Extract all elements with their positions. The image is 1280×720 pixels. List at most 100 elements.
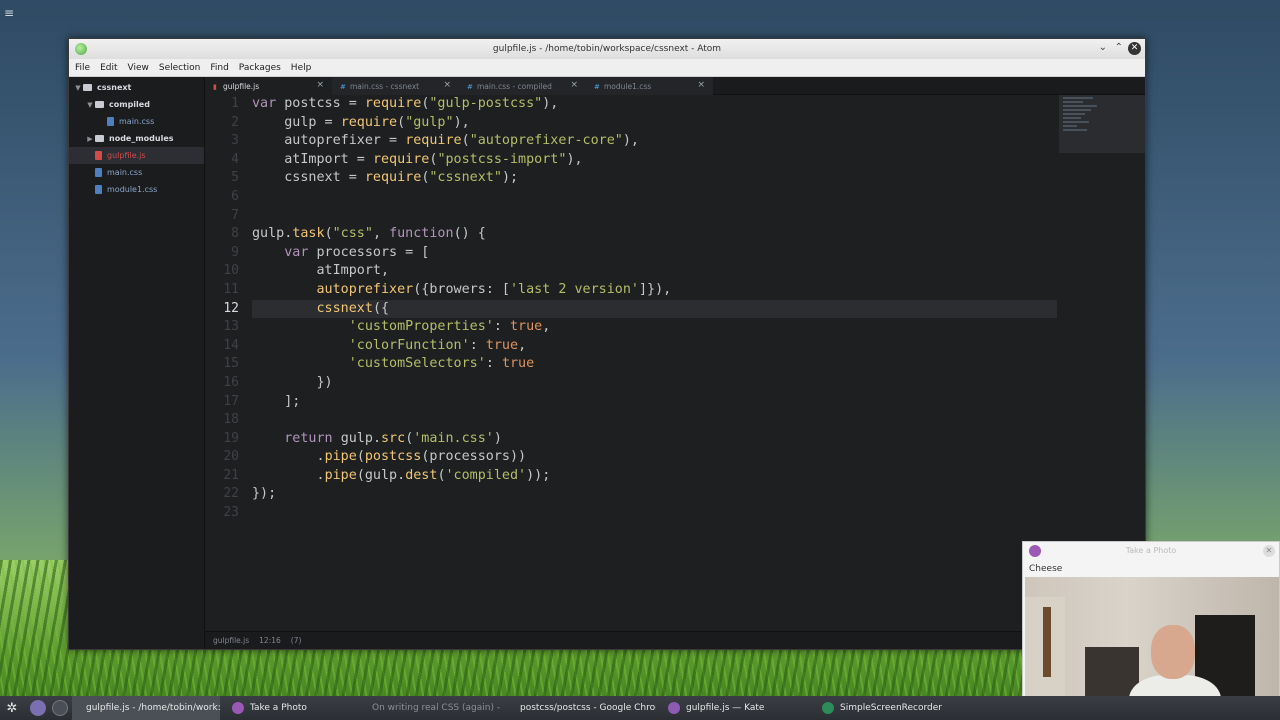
code-line[interactable]: autoprefixer({browers: ['last 2 version'… xyxy=(252,281,1057,300)
taskbar-task[interactable]: gulpfile.js - /home/tobin/work: xyxy=(72,696,220,720)
code-line[interactable]: var postcss = require("gulp-postcss"), xyxy=(252,95,1057,114)
photo-window: Take a Photo ✕ Cheese xyxy=(1022,541,1280,720)
maximize-icon[interactable]: ⌃ xyxy=(1115,42,1123,53)
code-lines[interactable]: var postcss = require("gulp-postcss"), g… xyxy=(252,95,1057,523)
tree-item-module1-css[interactable]: module1.css xyxy=(69,181,204,198)
code-line[interactable]: var processors = [ xyxy=(252,244,1057,263)
code-line[interactable] xyxy=(252,411,1057,430)
taskbar-task-label: gulpfile.js — Kate xyxy=(686,703,765,713)
code-line[interactable]: return gulp.src('main.css') xyxy=(252,430,1057,449)
tree-item-node-modules[interactable]: ▶ node_modules xyxy=(69,130,204,147)
code-line[interactable]: }) xyxy=(252,374,1057,393)
menu-view[interactable]: View xyxy=(128,63,149,73)
code-line[interactable] xyxy=(252,504,1057,523)
code-line[interactable]: .pipe(gulp.dest('compiled')); xyxy=(252,467,1057,486)
desktop-menu-icon[interactable]: ≡ xyxy=(4,6,14,20)
line-number-gutter: 1 2 3 4 5 6 7 8 9 10 11 12 13 14 15 16 17 18 19 20 21 22 23 xyxy=(205,95,249,523)
code-line[interactable]: cssnext = require("cssnext"); xyxy=(252,169,1057,188)
code-editor[interactable]: 1 2 3 4 5 6 7 8 9 10 11 12 13 14 15 16 17 18 19 20 21 22 23 va… xyxy=(205,95,1145,631)
tab-main-css-cssnext[interactable]: # main.css - cssnext × xyxy=(332,77,459,95)
line-number: 5 xyxy=(231,170,239,186)
code-line[interactable]: 'colorFunction': true, xyxy=(252,337,1057,356)
close-icon[interactable]: × xyxy=(697,80,705,90)
line-number: 22 xyxy=(223,486,239,502)
minimize-icon[interactable]: ⌄ xyxy=(1099,42,1107,53)
file-icon xyxy=(107,117,114,126)
file-type-icon: # xyxy=(467,83,473,91)
tree-item-main-css[interactable]: main.css xyxy=(69,164,204,181)
taskbar-task[interactable]: Take a Photo xyxy=(224,696,354,720)
code-line[interactable]: 'customProperties': true, xyxy=(252,318,1057,337)
taskbar-task[interactable]: postcss/postcss - Google Chrom xyxy=(506,696,656,720)
tree-item-label: gulpfile.js xyxy=(107,151,146,160)
line-number: 23 xyxy=(223,505,239,521)
code-line[interactable] xyxy=(252,188,1057,207)
tree-item-main-css[interactable]: main.css xyxy=(69,113,204,130)
close-icon[interactable]: × xyxy=(316,80,324,90)
menu-packages[interactable]: Packages xyxy=(239,63,281,73)
file-type-icon: ▮ xyxy=(213,83,217,91)
menu-find[interactable]: Find xyxy=(210,63,228,73)
code-line[interactable] xyxy=(252,207,1057,226)
code-line[interactable]: 'customSelectors': true xyxy=(252,355,1057,374)
code-line[interactable]: atImport = require("postcss-import"), xyxy=(252,151,1057,170)
menu-edit[interactable]: Edit xyxy=(100,63,117,73)
chevron-down-icon[interactable]: ▼ xyxy=(73,84,83,92)
tree-item-compiled[interactable]: ▼ compiled xyxy=(69,96,204,113)
code-line[interactable]: cssnext({ xyxy=(252,299,1057,319)
window-titlebar[interactable]: gulpfile.js - /home/tobin/workspace/cssn… xyxy=(69,39,1145,59)
file-type-icon: # xyxy=(594,83,600,91)
chevron-right-icon[interactable]: ▶ xyxy=(85,135,95,143)
taskbar-task-label: gulpfile.js - /home/tobin/work: xyxy=(86,703,220,713)
code-line[interactable]: gulp.task("css", function() { xyxy=(252,225,1057,244)
line-number: 15 xyxy=(223,356,239,372)
code-line[interactable]: autoprefixer = require("autoprefixer-cor… xyxy=(252,132,1057,151)
menu-file[interactable]: File xyxy=(75,63,90,73)
line-number: 14 xyxy=(223,337,239,353)
code-line[interactable]: atImport, xyxy=(252,262,1057,281)
tab-main-css-compiled[interactable]: # main.css - compiled × xyxy=(459,77,586,95)
menu-help[interactable]: Help xyxy=(291,63,312,73)
tree-item-label: module1.css xyxy=(107,185,158,194)
tab-label: gulpfile.js xyxy=(223,81,260,91)
quick-launch-icon[interactable] xyxy=(30,700,46,716)
line-number: 18 xyxy=(223,412,239,428)
code-line[interactable]: gulp = require("gulp"), xyxy=(252,114,1057,133)
close-icon[interactable]: × xyxy=(443,80,451,90)
close-icon[interactable]: ✕ xyxy=(1128,42,1141,55)
folder-icon xyxy=(83,84,92,91)
app-icon xyxy=(668,702,680,714)
chevron-down-icon[interactable]: ▼ xyxy=(85,101,95,109)
line-number: 19 xyxy=(223,430,239,446)
status-selection-count: (7) xyxy=(290,636,302,645)
minimap[interactable] xyxy=(1059,95,1145,153)
taskbar-task[interactable]: gulpfile.js — Kate xyxy=(660,696,810,720)
line-number: 7 xyxy=(231,207,239,223)
line-number: 21 xyxy=(223,467,239,483)
folder-icon xyxy=(95,101,104,108)
close-icon[interactable]: × xyxy=(570,80,578,90)
close-icon[interactable]: ✕ xyxy=(1263,545,1275,557)
status-cursor-position[interactable]: 12:16 xyxy=(259,636,281,645)
tree-item-cssnext[interactable]: ▼ cssnext xyxy=(69,79,204,96)
code-line[interactable]: }); xyxy=(252,485,1057,504)
code-line[interactable]: .pipe(postcss(processors)) xyxy=(252,448,1057,467)
tree-item-label: main.css xyxy=(107,168,143,177)
menu-selection[interactable]: Selection xyxy=(159,63,200,73)
code-line[interactable]: ]; xyxy=(252,393,1057,412)
status-file[interactable]: gulpfile.js xyxy=(213,636,249,645)
tab-label: module1.css xyxy=(604,81,652,91)
line-number: 17 xyxy=(223,393,239,409)
terminal-icon[interactable] xyxy=(52,700,68,716)
photo-titlebar[interactable]: Take a Photo ✕ xyxy=(1023,542,1279,560)
tab-module1-css[interactable]: # module1.css × xyxy=(586,77,713,95)
line-number: 11 xyxy=(223,281,239,297)
app-launcher-icon[interactable]: ✲ xyxy=(0,701,24,716)
tab-gulpfile-js[interactable]: ▮ gulpfile.js × xyxy=(205,77,332,95)
line-number: 8 xyxy=(231,226,239,242)
taskbar-task[interactable]: On writing real CSS (again) - G xyxy=(358,696,502,720)
tree-item-gulpfile-js[interactable]: gulpfile.js xyxy=(69,147,204,164)
taskbar-task[interactable]: SimpleScreenRecorder xyxy=(814,696,954,720)
line-number: 9 xyxy=(231,244,239,260)
taskbar-task-label: postcss/postcss - Google Chrom xyxy=(520,703,656,713)
